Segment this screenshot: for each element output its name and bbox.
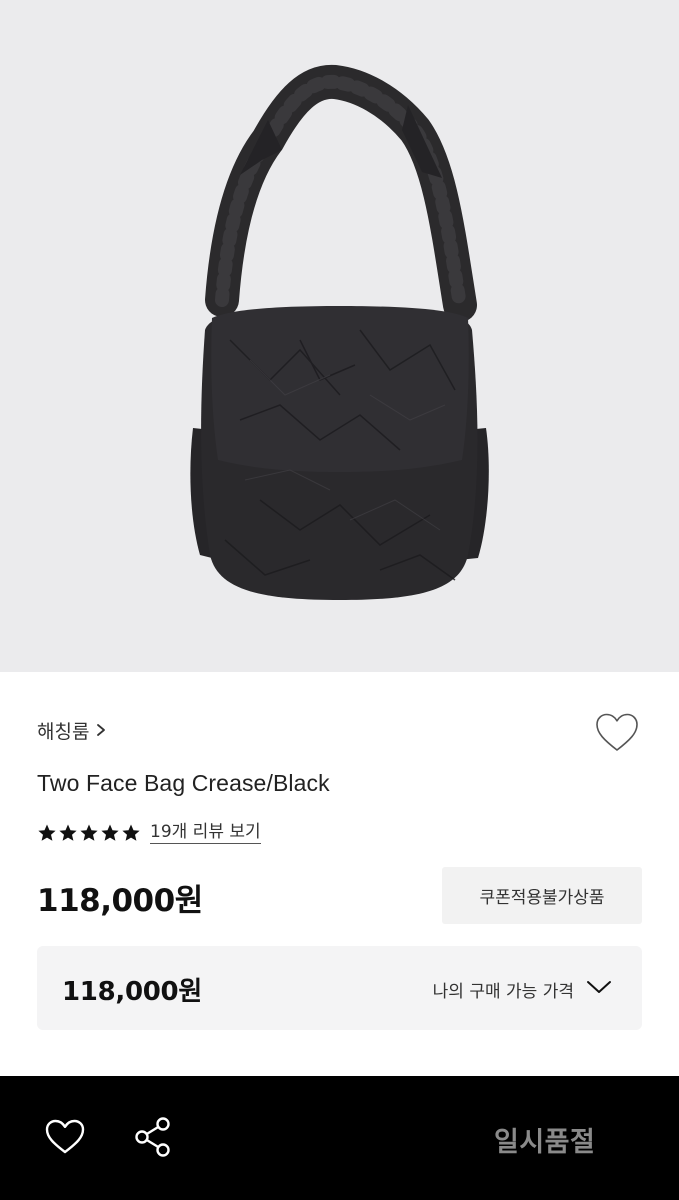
star-filled-icon	[38, 824, 56, 841]
coupon-unavailable-badge: 쿠폰적용불가상품	[442, 867, 642, 924]
my-price-dropdown[interactable]: 118,000원 나의 구매 가능 가격	[37, 946, 642, 1030]
brand-link[interactable]: 해칭룸	[37, 716, 107, 744]
heart-outline-icon[interactable]	[44, 1118, 86, 1156]
chevron-right-icon	[97, 724, 106, 736]
star-filled-icon	[122, 824, 140, 841]
my-price-label: 나의 구매 가능 가격	[432, 982, 574, 1002]
review-link[interactable]: 19개 리뷰 보기	[150, 822, 261, 844]
chevron-down-icon[interactable]	[586, 978, 612, 996]
rating-row: 19개 리뷰 보기	[37, 820, 261, 846]
product-price: 118,000원	[37, 883, 203, 919]
product-image[interactable]	[0, 0, 679, 672]
star-filled-icon	[59, 824, 77, 841]
star-filled-icon	[101, 824, 119, 841]
product-title: Two Face Bag Crease/Black	[37, 770, 330, 796]
rating-stars	[37, 823, 141, 843]
soldout-button[interactable]: 일시품절	[494, 1120, 595, 1159]
brand-name: 해칭룸	[37, 720, 90, 743]
star-filled-icon	[80, 824, 98, 841]
heart-outline-icon[interactable]	[594, 711, 640, 755]
bag-illustration	[190, 64, 489, 600]
bottom-action-bar: 일시품절	[0, 1076, 679, 1200]
my-price-value: 118,000원	[62, 977, 202, 1007]
share-icon[interactable]	[133, 1116, 173, 1158]
